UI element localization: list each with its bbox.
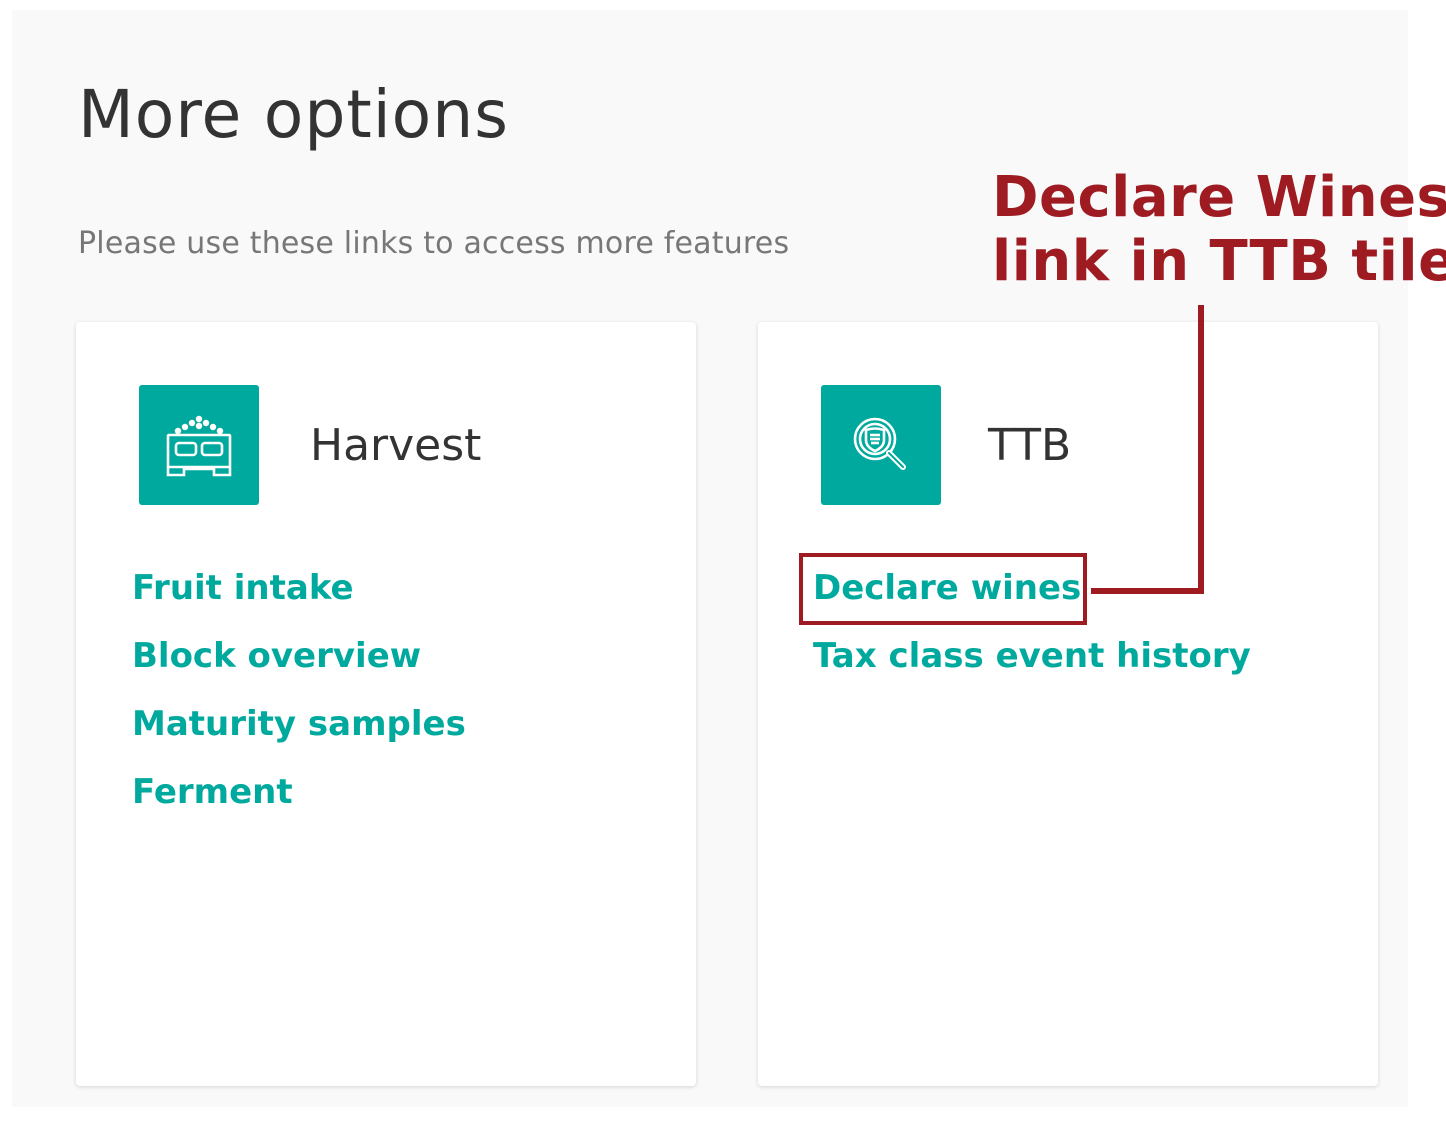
ttb-tile: TTB Declare wines Tax class event histor…: [758, 322, 1378, 1086]
ttb-tile-title: TTB: [988, 420, 1072, 471]
badge-search-icon: [821, 385, 941, 505]
list-item: Maturity samples: [132, 702, 466, 770]
annotation-connector-vertical: [1198, 305, 1204, 594]
list-item: Ferment: [132, 770, 466, 838]
tax-class-event-history-link[interactable]: Tax class event history: [813, 636, 1251, 676]
fruit-intake-link[interactable]: Fruit intake: [132, 568, 354, 608]
page-title: More options: [78, 76, 509, 153]
maturity-samples-link[interactable]: Maturity samples: [132, 704, 466, 744]
harvest-bin-icon: [139, 385, 259, 505]
page-subtitle: Please use these links to access more fe…: [78, 226, 790, 261]
annotation-callout: Declare Wines link in TTB tile: [992, 165, 1446, 294]
harvest-tile: Harvest Fruit intake Block overview Matu…: [76, 322, 696, 1086]
harvest-links: Fruit intake Block overview Maturity sam…: [132, 566, 466, 838]
harvest-tile-title: Harvest: [310, 420, 482, 471]
declare-wines-highlight-box: [799, 553, 1087, 625]
list-item: Tax class event history: [813, 634, 1251, 702]
list-item: Fruit intake: [132, 566, 466, 634]
annotation-connector-horizontal: [1091, 588, 1204, 594]
list-item: Block overview: [132, 634, 466, 702]
annotation-line-2: link in TTB tile: [992, 229, 1446, 294]
ferment-link[interactable]: Ferment: [132, 772, 293, 812]
annotation-line-1: Declare Wines: [992, 165, 1446, 230]
block-overview-link[interactable]: Block overview: [132, 636, 421, 676]
